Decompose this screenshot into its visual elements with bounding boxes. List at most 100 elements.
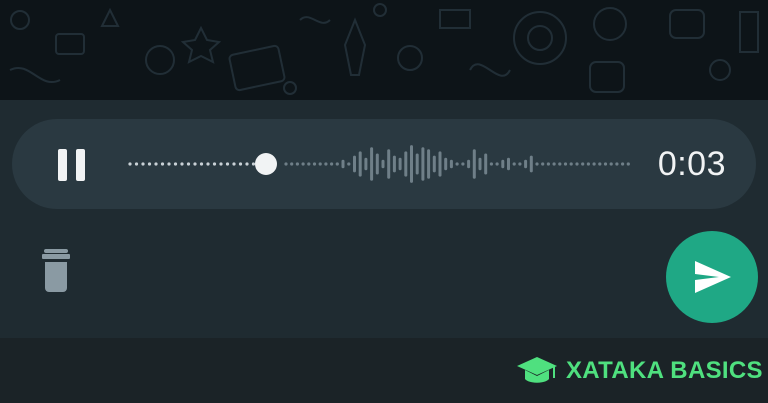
waveform-played-dot [180,162,184,166]
waveform-dot [461,162,465,166]
waveform-dot [621,162,625,166]
waveform-bar [467,159,471,169]
waveform-dot [295,162,299,166]
delete-button[interactable] [36,248,76,296]
waveform-dot [586,162,590,166]
waveform-dot [603,162,608,166]
waveform-dot [609,162,613,166]
waveform-dot [518,162,522,166]
voice-recorder-screen: 0:03 XATAKA BASICS [0,0,768,403]
waveform-bar [392,155,396,173]
graduation-cap-icon [517,357,557,383]
waveform-bar [415,153,419,175]
waveform-bar [484,153,488,175]
waveform-bar [524,159,528,169]
waveform-played-dot [206,162,210,166]
waveform-played-dot [147,162,152,166]
waveform-dot [489,162,493,166]
waveform-played-dot [251,162,256,166]
waveform-played-dot [232,162,236,166]
waveform-bar [353,155,356,173]
waveform-dot [615,162,619,166]
waveform-bar [410,145,413,183]
waveform-played-dot [212,162,217,166]
waveform-played-dot [141,162,145,166]
pause-icon-bar-right [76,149,85,181]
waveform-dot [592,162,596,166]
waveform-bar [432,155,436,173]
waveform-dot [330,162,334,166]
waveform-dot [495,162,499,166]
playhead-knob[interactable] [255,153,277,175]
waveform-bar [375,153,379,175]
waveform-bar [398,157,402,171]
pause-button[interactable] [52,144,92,184]
waveform-dot [558,162,562,166]
waveform-bar [358,151,362,177]
recording-duration: 0:03 [657,145,726,183]
waveform-bar [507,157,510,171]
waveform-played-dot [160,162,165,166]
waveform-played-dot [134,162,139,166]
waveform-bar [387,149,391,179]
waveform-dot [569,162,573,166]
waveform-bar [438,151,442,177]
waveform-dot [318,162,322,166]
waveform-bar [364,157,368,171]
waveform-dot [552,162,556,166]
waveform-dot [290,162,294,166]
waveform-dot [335,162,339,166]
waveform-bar [341,159,345,169]
waveform-bar [381,159,385,169]
waveform-dot [626,162,630,166]
waveform-dot [284,162,288,166]
waveform-played-dot [154,162,158,166]
waveform-played-dot [245,162,249,166]
send-icon [695,261,731,293]
waveform-dot [312,162,317,166]
chat-wallpaper [0,0,768,100]
waveform-dot [581,162,585,166]
waveform-played-dot [199,162,204,166]
waveform-bar [478,157,482,171]
waveform-played-dot [186,162,191,166]
waveform-dot [455,162,459,166]
waveform-dot [347,162,351,166]
audio-waveform[interactable] [112,139,642,189]
waveform-bar [449,159,453,169]
waveform-played-dot [167,162,171,166]
waveform-played-dot [193,162,197,166]
waveform-dot [563,162,568,166]
brand-name: XATAKA BASICS [566,357,763,384]
waveform-bar [427,149,431,179]
waveform-bar [404,151,408,177]
waveform-bar [444,157,448,171]
waveform-dot [541,162,545,166]
waveform-played-dot [128,162,132,166]
voice-note-composer: 0:03 [0,100,768,338]
waveform-bar [421,147,425,181]
waveform-bar [370,147,374,181]
footer: XATAKA BASICS [0,338,768,403]
waveform-bar [501,159,505,169]
recording-preview-bar: 0:03 [12,119,756,209]
waveform-dot [575,162,579,166]
waveform-played-dot [225,162,230,166]
waveform-dot [307,162,311,166]
waveform-bar [529,155,533,173]
waveform-dot [512,162,516,166]
waveform-dot [535,162,539,166]
waveform-played-dot [173,162,178,166]
waveform-dot [301,162,305,166]
waveform-dot [546,162,550,166]
waveform-played-dot [219,162,223,166]
pause-icon-bar-left [58,149,67,181]
wallpaper-doodles [9,3,759,95]
brand-watermark: XATAKA BASICS [516,355,763,387]
send-button[interactable] [666,231,758,323]
waveform-dot [324,162,328,166]
trash-icon [42,249,70,292]
waveform-bar [472,149,476,179]
waveform-dot [598,162,602,166]
waveform-played-dot [238,162,243,166]
